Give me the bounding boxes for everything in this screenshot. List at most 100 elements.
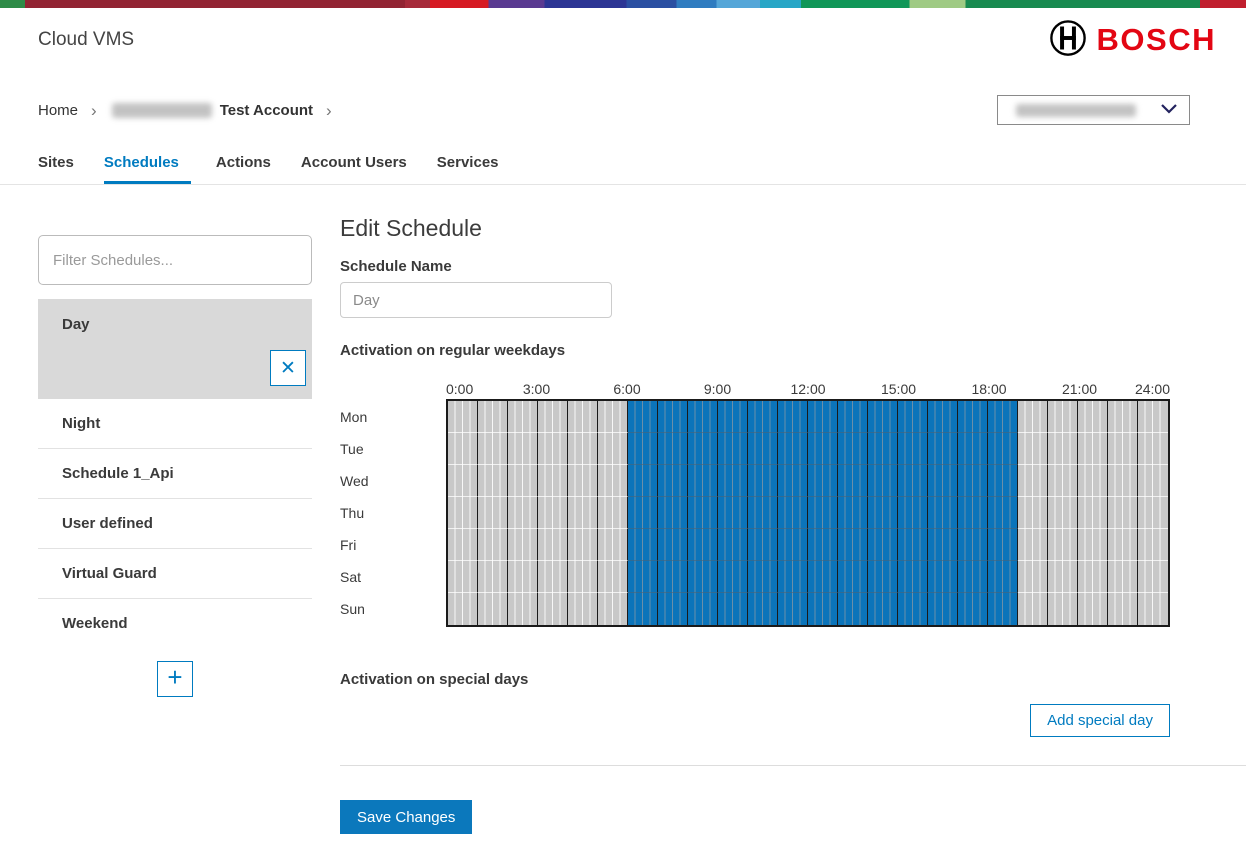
schedule-cell[interactable] [748, 529, 778, 561]
schedule-cell[interactable] [538, 561, 568, 593]
schedule-cell[interactable] [478, 593, 508, 625]
schedule-cell[interactable] [448, 593, 478, 625]
schedule-cell[interactable] [838, 497, 868, 529]
schedule-name-input[interactable] [340, 282, 612, 318]
schedule-item-schedule-1-api[interactable]: Schedule 1_Api [38, 449, 312, 499]
tab-sites[interactable]: Sites [38, 154, 79, 184]
schedule-cell[interactable] [748, 433, 778, 465]
schedule-cell[interactable] [718, 561, 748, 593]
schedule-cell[interactable] [928, 497, 958, 529]
schedule-cell[interactable] [1018, 433, 1048, 465]
schedule-cell[interactable] [1018, 561, 1048, 593]
filter-schedules-input[interactable] [38, 235, 312, 285]
schedule-cell[interactable] [478, 401, 508, 433]
schedule-cell[interactable] [928, 561, 958, 593]
schedule-cell[interactable] [658, 497, 688, 529]
schedule-cell[interactable] [628, 529, 658, 561]
schedule-cell[interactable] [628, 593, 658, 625]
schedule-cell[interactable] [1018, 465, 1048, 497]
schedule-cell[interactable] [778, 433, 808, 465]
schedule-item-virtual-guard[interactable]: Virtual Guard [38, 549, 312, 599]
add-special-day-button[interactable]: Add special day [1030, 704, 1170, 737]
schedule-cell[interactable] [988, 433, 1018, 465]
schedule-cell[interactable] [988, 465, 1018, 497]
schedule-cell[interactable] [1108, 561, 1138, 593]
schedule-cell[interactable] [1048, 529, 1078, 561]
schedule-cell[interactable] [838, 465, 868, 497]
schedule-cell[interactable] [1138, 433, 1168, 465]
schedule-cell[interactable] [748, 465, 778, 497]
schedule-cell[interactable] [598, 561, 628, 593]
schedule-cell[interactable] [1048, 465, 1078, 497]
schedule-cell[interactable] [778, 561, 808, 593]
schedule-cell[interactable] [718, 593, 748, 625]
schedule-cell[interactable] [868, 561, 898, 593]
schedule-cell[interactable] [508, 433, 538, 465]
schedule-cell[interactable] [808, 529, 838, 561]
schedule-cell[interactable] [568, 497, 598, 529]
schedule-cell[interactable] [1048, 561, 1078, 593]
schedule-cell[interactable] [478, 497, 508, 529]
schedule-cell[interactable] [778, 465, 808, 497]
schedule-cell[interactable] [508, 529, 538, 561]
add-schedule-button[interactable]: + [157, 661, 193, 697]
schedule-cell[interactable] [658, 529, 688, 561]
schedule-cell[interactable] [508, 465, 538, 497]
schedule-cell[interactable] [508, 593, 538, 625]
schedule-item-weekend[interactable]: Weekend [38, 599, 312, 649]
schedule-cell[interactable] [478, 433, 508, 465]
tab-schedules[interactable]: Schedules [104, 154, 191, 184]
schedule-cell[interactable] [1108, 401, 1138, 433]
save-changes-button[interactable]: Save Changes [340, 800, 472, 834]
schedule-cell[interactable] [568, 465, 598, 497]
schedule-cell[interactable] [718, 465, 748, 497]
schedule-cell[interactable] [898, 593, 928, 625]
schedule-cell[interactable] [1078, 401, 1108, 433]
schedule-cell[interactable] [958, 433, 988, 465]
schedule-cell[interactable] [868, 433, 898, 465]
schedule-cell[interactable] [628, 561, 658, 593]
schedule-cell[interactable] [568, 401, 598, 433]
tab-services[interactable]: Services [437, 154, 504, 184]
schedule-cell[interactable] [1018, 401, 1048, 433]
schedule-cell[interactable] [868, 465, 898, 497]
account-selector-dropdown[interactable] [997, 95, 1190, 125]
schedule-cell[interactable] [598, 401, 628, 433]
schedule-cell[interactable] [898, 433, 928, 465]
breadcrumb-home[interactable]: Home [38, 102, 78, 119]
schedule-cell[interactable] [598, 593, 628, 625]
schedule-cell[interactable] [778, 593, 808, 625]
schedule-cell[interactable] [688, 497, 718, 529]
schedule-cell[interactable] [1048, 401, 1078, 433]
schedule-cell[interactable] [658, 433, 688, 465]
schedule-cell[interactable] [658, 401, 688, 433]
schedule-cell[interactable] [958, 401, 988, 433]
schedule-cell[interactable] [448, 401, 478, 433]
schedule-cell[interactable] [538, 465, 568, 497]
schedule-cell[interactable] [898, 529, 928, 561]
schedule-cell[interactable] [1108, 497, 1138, 529]
schedule-cell[interactable] [568, 433, 598, 465]
schedule-cell[interactable] [598, 529, 628, 561]
breadcrumb-account[interactable]: Test Account [220, 102, 313, 119]
schedule-cell[interactable] [538, 593, 568, 625]
schedule-cell[interactable] [478, 465, 508, 497]
schedule-cell[interactable] [1108, 529, 1138, 561]
schedule-cell[interactable] [988, 529, 1018, 561]
schedule-cell[interactable] [1018, 529, 1048, 561]
schedule-cell[interactable] [988, 497, 1018, 529]
schedule-cell[interactable] [988, 593, 1018, 625]
schedule-cell[interactable] [1138, 529, 1168, 561]
schedule-cell[interactable] [538, 529, 568, 561]
schedule-cell[interactable] [688, 401, 718, 433]
schedule-cell[interactable] [508, 561, 538, 593]
delete-schedule-button[interactable]: ✕ [270, 350, 306, 386]
schedule-cell[interactable] [838, 529, 868, 561]
schedule-cell[interactable] [1138, 401, 1168, 433]
schedule-cell[interactable] [928, 465, 958, 497]
schedule-cell[interactable] [928, 433, 958, 465]
schedule-cell[interactable] [628, 497, 658, 529]
schedule-cell[interactable] [778, 401, 808, 433]
schedule-cell[interactable] [1108, 465, 1138, 497]
schedule-cell[interactable] [538, 401, 568, 433]
